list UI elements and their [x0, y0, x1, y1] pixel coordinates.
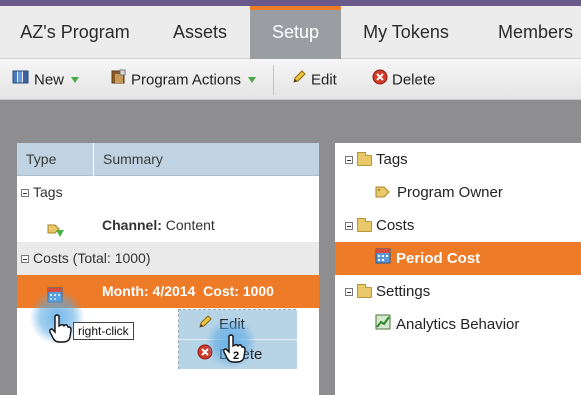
program-actions-button[interactable]: Program Actions [111, 59, 257, 101]
tab-setup[interactable]: Setup [250, 6, 341, 59]
tab-label: Members [498, 22, 574, 42]
tag-icon [375, 177, 393, 210]
tree-label: Tags [376, 151, 408, 168]
summary-value: Content [165, 217, 215, 233]
group-row-costs[interactable]: Costs (Total: 1000) [17, 242, 319, 275]
tree-folder-costs[interactable]: Costs [335, 209, 581, 242]
column-header-type[interactable]: Type [26, 143, 56, 176]
collapse-icon[interactable] [21, 255, 29, 264]
group-label: Costs (Total: 1000) [33, 250, 151, 266]
column-divider [93, 143, 94, 176]
tab-my-tokens[interactable]: My Tokens [341, 6, 471, 59]
folder-icon [357, 283, 372, 298]
delete-label: Delete [392, 71, 436, 89]
tree-item-period-cost[interactable]: Period Cost [335, 242, 581, 275]
edit-button[interactable]: Edit [291, 59, 337, 100]
channel-summary: Channel: Content [102, 209, 215, 242]
summary-value: 4/2014 [152, 283, 196, 299]
collapse-icon[interactable] [21, 189, 29, 198]
program-actions-label: Program Actions [131, 71, 242, 89]
tree-folder-tags[interactable]: Tags [335, 143, 581, 176]
tab-bar: AZ's Program Assets Setup My Tokens Memb… [0, 6, 581, 59]
tab-members[interactable]: Members [471, 6, 581, 59]
summary-value: 1000 [242, 283, 274, 299]
cost-summary: Month: 4/2014 Cost: 1000 [102, 275, 274, 308]
tab-assets[interactable]: Assets [150, 6, 250, 59]
summary-key: Cost: [203, 283, 239, 299]
edit-label: Edit [311, 71, 337, 89]
new-icon [12, 60, 30, 101]
tree-folder-settings[interactable]: Settings [335, 275, 581, 308]
tab-label: Setup [271, 22, 320, 42]
period-cost-icon [375, 243, 391, 276]
collapse-icon[interactable] [345, 156, 353, 165]
tree-label: Period Cost [396, 250, 481, 267]
tab-label: Assets [172, 22, 228, 42]
toolbar: New Program Actions Edit Delete [0, 59, 581, 100]
delete-button[interactable]: Delete [372, 59, 435, 100]
delete-icon [372, 60, 388, 101]
tree-label: Costs [376, 217, 415, 234]
collapse-icon[interactable] [345, 288, 353, 297]
tab-label: My Tokens [363, 22, 449, 42]
new-label: New [34, 71, 65, 89]
dropdown-arrow-icon[interactable] [71, 77, 80, 84]
folder-icon [357, 151, 372, 166]
tree-label: Settings [376, 283, 431, 300]
step-number: 2 [233, 350, 240, 362]
tree-item-analytics-behavior[interactable]: Analytics Behavior [335, 308, 581, 341]
toolbar-divider [273, 65, 274, 95]
program-actions-icon [111, 60, 127, 101]
table-row[interactable]: Channel: Content [17, 209, 319, 242]
tree-item-program-owner[interactable]: Program Owner [335, 176, 581, 209]
collapse-icon[interactable] [345, 222, 353, 231]
group-label: Tags [33, 184, 63, 200]
right-click-label: right-click [73, 322, 134, 340]
tree-label: Program Owner [397, 184, 503, 201]
tab-label: AZ's Program [20, 22, 130, 42]
setup-tree: Tags Program Owner Costs Period Cost Set… [335, 143, 581, 395]
pencil-icon [291, 60, 307, 101]
new-button[interactable]: New [12, 59, 80, 101]
column-header-summary[interactable]: Summary [103, 143, 163, 176]
summary-key: Channel: [102, 217, 162, 233]
hand-cursor-icon [48, 313, 72, 347]
table-header: Type Summary [17, 143, 319, 176]
dropdown-arrow-icon[interactable] [248, 77, 257, 84]
summary-key: Month: [102, 283, 149, 299]
group-row-tags[interactable]: Tags [17, 176, 319, 209]
tree-label: Analytics Behavior [396, 316, 520, 333]
analytics-icon [375, 309, 391, 342]
folder-icon [357, 217, 372, 232]
tab-program[interactable]: AZ's Program [0, 6, 150, 59]
